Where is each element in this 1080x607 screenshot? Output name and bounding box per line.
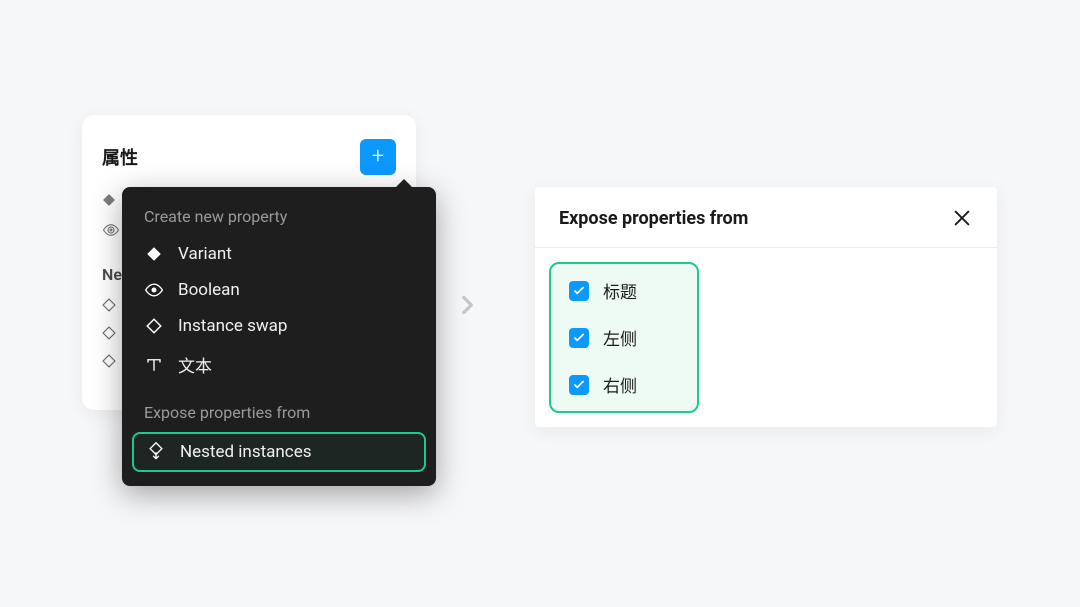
- diamond-icon: [102, 193, 116, 207]
- create-property-menu: Create new property Variant Boolean Inst…: [122, 187, 436, 486]
- arrow-right-icon: [454, 292, 480, 318]
- expose-item-title[interactable]: 标题: [569, 278, 679, 303]
- menu-item-label: 文本: [178, 352, 212, 377]
- check-icon: [572, 378, 586, 392]
- check-icon: [572, 284, 586, 298]
- menu-item-label: Nested instances: [180, 442, 311, 462]
- expose-panel: Expose properties from 标题 左侧 右侧: [535, 187, 997, 427]
- expose-item-label: 左侧: [603, 325, 637, 350]
- expose-options-highlight: 标题 左侧 右侧: [549, 262, 699, 413]
- diamond-outline-icon: [102, 326, 116, 340]
- close-button[interactable]: [951, 207, 973, 229]
- checkbox-checked[interactable]: [569, 328, 589, 348]
- close-icon: [951, 207, 973, 229]
- check-icon: [572, 331, 586, 345]
- menu-item-boolean[interactable]: Boolean: [132, 272, 426, 308]
- diamond-outline-icon: [144, 318, 164, 334]
- expose-item-label: 标题: [603, 278, 637, 303]
- menu-item-label: Boolean: [178, 280, 240, 300]
- menu-heading-expose: Expose properties from: [132, 399, 426, 432]
- properties-header: 属性 +: [102, 139, 396, 175]
- diamond-outline-icon: [102, 354, 116, 368]
- expose-item-right[interactable]: 右侧: [569, 372, 679, 397]
- menu-item-label: Variant: [178, 244, 232, 264]
- menu-heading-create: Create new property: [132, 203, 426, 236]
- eye-icon: [102, 221, 120, 239]
- checkbox-checked[interactable]: [569, 281, 589, 301]
- menu-item-nested-instances[interactable]: Nested instances: [132, 432, 426, 472]
- menu-divider: [132, 385, 426, 399]
- checkbox-checked[interactable]: [569, 375, 589, 395]
- eye-icon: [144, 280, 164, 300]
- expose-header: Expose properties from: [535, 187, 997, 248]
- properties-title: 属性: [102, 144, 138, 170]
- menu-item-label: Instance swap: [178, 316, 287, 336]
- menu-item-variant[interactable]: Variant: [132, 236, 426, 272]
- plus-icon: +: [372, 146, 384, 168]
- expose-item-label: 右侧: [603, 372, 637, 397]
- diamond-outline-icon: [102, 298, 116, 312]
- add-property-button[interactable]: +: [360, 139, 396, 175]
- expose-title: Expose properties from: [559, 208, 748, 229]
- diamond-filled-icon: [144, 246, 164, 262]
- text-icon: [144, 356, 164, 374]
- menu-item-text[interactable]: 文本: [132, 344, 426, 385]
- menu-caret: [396, 179, 412, 187]
- menu-item-instance-swap[interactable]: Instance swap: [132, 308, 426, 344]
- expose-item-left[interactable]: 左侧: [569, 325, 679, 350]
- nested-instances-icon: [146, 442, 166, 462]
